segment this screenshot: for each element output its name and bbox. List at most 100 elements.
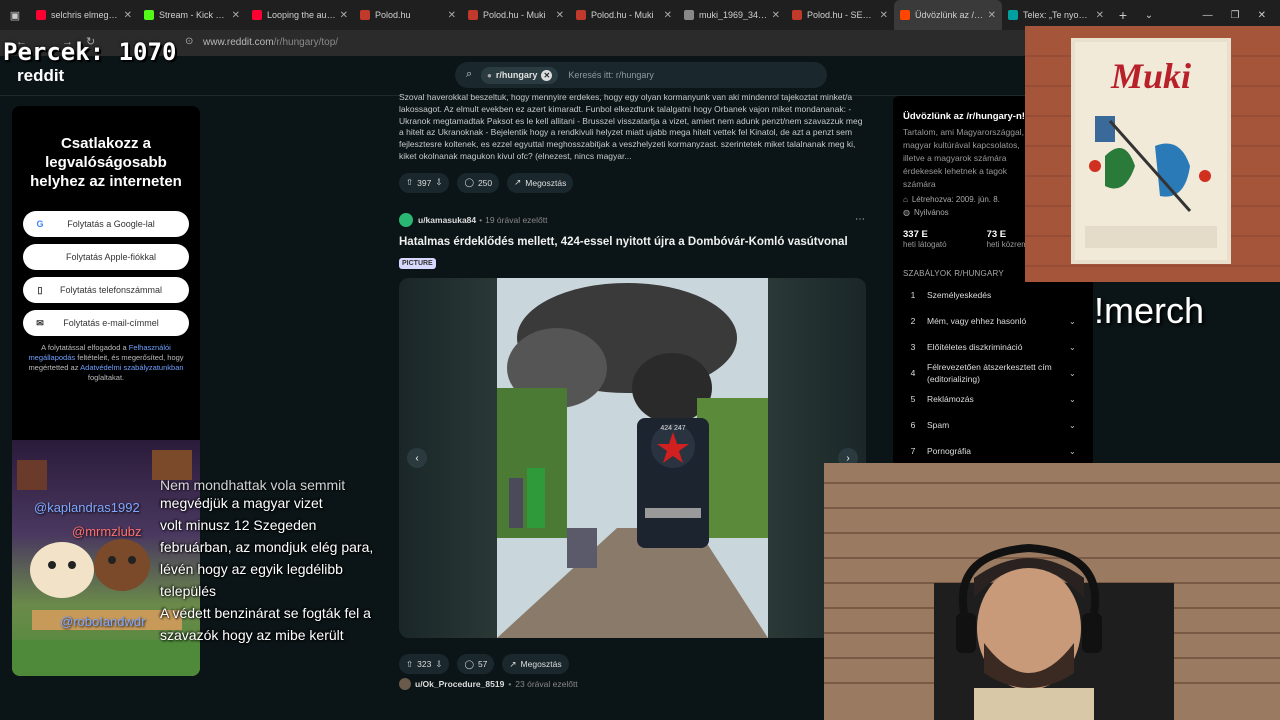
browser-tab[interactable]: Polod.hu - SELCHRIS ✕ <box>786 0 894 30</box>
tab-label: Polod.hu - SELCHRIS <box>807 10 876 20</box>
tab-label: Polod.hu <box>375 10 411 20</box>
tab-close-icon[interactable]: ✕ <box>1096 10 1104 21</box>
created-date-text: Létrehozva: 2009. jún. 8. <box>911 195 1000 204</box>
vote-count: 323 <box>417 659 432 669</box>
url-field[interactable]: www.reddit.com/r/hungary/top/ <box>203 37 338 48</box>
downvote-icon[interactable]: ⇩ <box>435 177 442 188</box>
rule-item[interactable]: 4 Félrevezetően átszerkesztett cím (edito… <box>903 360 1083 386</box>
downvote-icon[interactable]: ⇩ <box>435 659 442 670</box>
chat-username: @mrmzlubz <box>72 524 142 539</box>
browser-tab[interactable]: Üdvözlünk az /r/hu ✕ <box>894 0 1002 30</box>
rule-item[interactable]: 7 Pornográfia ⌄ <box>903 438 1083 464</box>
google-login-button[interactable]: G Folytatás a Google-lal <box>23 211 189 237</box>
post-author[interactable]: u/Ok_Procedure_8519 <box>415 679 504 689</box>
rule-title: Reklámozás <box>927 394 974 404</box>
post-body-text[interactable]: Szoval haverokkal beszeltuk, hogy mennyi… <box>399 92 869 163</box>
browser-tab[interactable]: Stream - Kick Dashb ✕ <box>138 0 246 30</box>
url-domain: www.reddit.com <box>203 37 274 48</box>
chevron-down-icon[interactable]: ⌄ <box>1069 369 1083 378</box>
tab-favicon-icon <box>36 10 46 20</box>
post-menu-icon[interactable]: ⋯ <box>855 214 865 225</box>
tab-actions-icon[interactable]: ▣ <box>0 0 30 30</box>
tab-close-icon[interactable]: ✕ <box>448 10 456 21</box>
comments-button[interactable]: ◯ 250 <box>457 172 500 193</box>
browser-tab[interactable]: selchris elmegy tom ✕ <box>30 0 138 30</box>
post-title[interactable]: Hatalmas érdeklődés mellett, 424-essel n… <box>399 236 848 248</box>
new-tab-button[interactable]: + <box>1110 7 1136 23</box>
share-icon: ↗ <box>509 658 517 669</box>
author-avatar[interactable] <box>399 213 413 227</box>
minimize-icon[interactable]: — <box>1203 10 1213 21</box>
upvote-icon[interactable]: ⇧ <box>406 659 413 670</box>
rule-item[interactable]: 3 Előítéletes diszkrimináció ⌄ <box>903 334 1083 360</box>
rule-item[interactable]: 6 Spam ⌄ <box>903 412 1083 438</box>
tab-label: Stream - Kick Dashb <box>159 10 228 20</box>
legal-text-1: A folytatással elfogadod a <box>41 343 127 352</box>
post-image-carousel[interactable]: 424 247 ‹ › <box>399 278 866 638</box>
chevron-down-icon[interactable]: ⌄ <box>1069 395 1083 404</box>
tab-close-icon[interactable]: ✕ <box>772 10 780 21</box>
clear-filter-icon[interactable]: ✕ <box>541 69 553 81</box>
rule-number: 7 <box>910 446 916 456</box>
rule-item[interactable]: 2 Mém, vagy ehhez hasonló ⌄ <box>903 308 1083 334</box>
minutes-counter: Percek: 1070 <box>3 38 177 66</box>
share-button[interactable]: ↗ Megosztás <box>502 654 569 674</box>
chat-username: @kaplandras1992 <box>34 500 140 515</box>
browser-tab[interactable]: Polod.hu ✕ <box>354 0 462 30</box>
reddit-logo[interactable]: reddit <box>17 66 64 86</box>
carousel-prev-button[interactable]: ‹ <box>407 448 427 468</box>
site-info-icon[interactable]: ⊙ <box>185 36 193 47</box>
restore-icon[interactable]: ❐ <box>1231 10 1240 21</box>
post-time: 19 órával ezelőtt <box>485 215 548 225</box>
tab-close-icon[interactable]: ✕ <box>340 10 348 21</box>
tab-close-icon[interactable]: ✕ <box>880 10 888 21</box>
feed: Szoval haverokkal beszeltuk, hogy mennyi… <box>399 92 869 193</box>
tab-favicon-icon <box>684 10 694 20</box>
search-bar[interactable]: ⌕ ● r/hungary ✕ Keresés itt: r/hungary <box>455 62 827 88</box>
chat-line: volt minusz 12 Szegeden februárban, az m… <box>160 517 374 599</box>
tab-label: Telex: „Te nyomorék <box>1023 10 1092 20</box>
post-author[interactable]: u/kamasuka84 <box>418 215 476 225</box>
comments-button[interactable]: ◯ 57 <box>457 654 495 674</box>
rule-number: 6 <box>910 420 916 430</box>
apple-login-button[interactable]: Folytatás Apple-fiókkal <box>23 244 189 270</box>
tab-close-icon[interactable]: ✕ <box>988 10 996 21</box>
chevron-down-icon[interactable]: ⌄ <box>1069 343 1083 352</box>
phone-login-button[interactable]: ▯ Folytatás telefonszámmal <box>23 277 189 303</box>
webcam-image <box>824 463 1280 720</box>
share-label: Megosztás <box>520 659 562 669</box>
tab-close-icon[interactable]: ✕ <box>556 10 564 21</box>
tab-close-icon[interactable]: ✕ <box>232 10 240 21</box>
vote-count: 397 <box>417 177 432 188</box>
share-button[interactable]: ↗ Megosztás <box>507 172 574 193</box>
url-path: /r/hungary/top/ <box>273 37 339 48</box>
chevron-down-icon[interactable]: ⌄ <box>1069 421 1083 430</box>
merch-poster-overlay: Muki <box>1025 26 1280 282</box>
browser-tab[interactable]: muki_1969_3476_9502_ ✕ <box>678 0 786 30</box>
upvote-icon[interactable]: ⇧ <box>406 177 413 188</box>
browser-tab[interactable]: Polod.hu - Muki ✕ <box>570 0 678 30</box>
tab-favicon-icon <box>1008 10 1018 20</box>
rule-item[interactable]: 5 Reklámozás ⌄ <box>903 386 1083 412</box>
tab-label: Üdvözlünk az /r/hu <box>915 10 984 20</box>
tab-search-icon[interactable]: ⌄ <box>1136 10 1162 21</box>
login-button-label: Folytatás a Google-lal <box>67 219 155 229</box>
post-flair[interactable]: PICTURE <box>399 258 436 269</box>
tab-close-icon[interactable]: ✕ <box>664 10 672 21</box>
tab-close-icon[interactable]: ✕ <box>124 10 132 21</box>
close-window-icon[interactable]: ✕ <box>1258 10 1266 21</box>
rule-number: 2 <box>910 316 916 326</box>
legal-text: A folytatással elfogadod a Felhasználói … <box>22 343 190 383</box>
browser-tab[interactable]: Looping the august ✕ <box>246 0 354 30</box>
privacy-policy-link[interactable]: Adatvédelmi szabályzatunkban <box>80 363 183 372</box>
chevron-down-icon[interactable]: ⌄ <box>1069 447 1083 456</box>
author-avatar[interactable] <box>399 678 411 690</box>
rule-item[interactable]: 1 Személyeskedés <box>903 282 1083 308</box>
tab-favicon-icon <box>792 10 802 20</box>
chevron-down-icon[interactable]: ⌄ <box>1069 317 1083 326</box>
email-login-button[interactable]: ✉ Folytatás e-mail-címmel <box>23 310 189 336</box>
globe-icon: ◍ <box>903 208 910 217</box>
tab-favicon-icon <box>900 10 910 20</box>
browser-tab[interactable]: Polod.hu - Muki ✕ <box>462 0 570 30</box>
community-filter-pill[interactable]: ● r/hungary ✕ <box>481 66 559 84</box>
